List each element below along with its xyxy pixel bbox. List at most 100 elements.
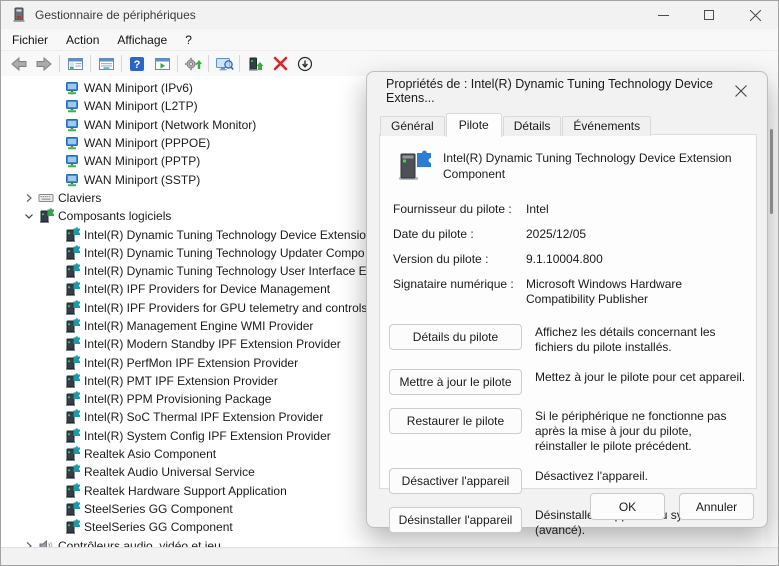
tree-item-label: WAN Miniport (Network Monitor) [84, 118, 256, 132]
menu-action[interactable]: Action [57, 31, 108, 49]
title-bar: Gestionnaire de périphériques [1, 1, 778, 29]
disable-device-icon[interactable] [294, 53, 316, 74]
ok-button[interactable]: OK [590, 493, 665, 520]
tree-item-label: WAN Miniport (IPv6) [84, 81, 193, 95]
tree-scrollbar-thumb[interactable] [770, 129, 773, 214]
action-pane-icon[interactable] [151, 53, 173, 74]
tree-item-label: Claviers [58, 191, 101, 205]
scan-hardware-icon[interactable] [213, 53, 235, 74]
dialog-title: Propriétés de : Intel(R) Dynamic Tuning … [386, 77, 728, 105]
driver-up-icon[interactable] [244, 53, 266, 74]
window-title: Gestionnaire de périphériques [35, 8, 196, 22]
software-icon [63, 464, 80, 480]
field-value: Intel [526, 202, 748, 217]
software-icon [63, 263, 80, 279]
menu-bar: FichierActionAffichage? [1, 29, 778, 51]
driver-fields: Fournisseur du pilote :IntelDate du pilo… [380, 192, 756, 307]
software-icon [63, 391, 80, 407]
tab-evenements[interactable]: Événements [562, 116, 651, 136]
properties-icon[interactable] [95, 53, 117, 74]
tree-item-label: SteelSeries GG Component [84, 520, 233, 534]
software-icon [63, 519, 80, 535]
desinstaller-l-appareil-button[interactable]: Désinstaller l'appareil [389, 507, 522, 533]
chevron-down-icon[interactable] [21, 208, 37, 224]
action-description: Mettez à jour le pilote pour cet apparei… [535, 369, 750, 385]
field-label: Signataire numérique : [393, 277, 526, 307]
action-description: Désactivez l'appareil. [535, 468, 750, 484]
desactiver-l-appareil-button[interactable]: Désactiver l'appareil [389, 468, 522, 494]
dialog-close-icon[interactable] [728, 78, 755, 104]
svg-text:?: ? [134, 59, 141, 71]
device-icon [393, 148, 431, 186]
tab-details[interactable]: Détails [503, 116, 562, 136]
help-icon[interactable]: ? [126, 53, 148, 74]
menu-fichier[interactable]: Fichier [3, 31, 57, 49]
driver-field-row: Fournisseur du pilote :Intel [393, 202, 748, 217]
dialog-tabs: GénéralPiloteDétailsÉvénements [380, 113, 652, 135]
driver-tab-panel: Intel(R) Dynamic Tuning Technology Devic… [379, 134, 757, 489]
tab-general[interactable]: Général [380, 116, 445, 136]
menu-?[interactable]: ? [176, 31, 201, 49]
field-value: 2025/12/05 [526, 227, 748, 242]
device-manager-icon [11, 7, 27, 23]
software-icon [63, 483, 80, 499]
software-icon [63, 245, 80, 261]
maximize-button[interactable] [686, 1, 732, 29]
software-icon [63, 428, 80, 444]
tree-item-label: SteelSeries GG Component [84, 502, 233, 516]
software-icon [63, 318, 80, 334]
software-icon [63, 373, 80, 389]
tree-item-label: WAN Miniport (L2TP) [84, 99, 198, 113]
driver-action-row: Désactiver l'appareil Désactivez l'appare… [389, 468, 750, 494]
tree-item-label: Intel(R) Modern Standby IPF Extension Pr… [84, 337, 341, 351]
tab-pilote[interactable]: Pilote [446, 113, 502, 137]
details-du-pilote-button[interactable]: Détails du pilote [389, 324, 522, 350]
software-cat-icon [37, 208, 54, 224]
tree-item-label: Realtek Asio Component [84, 447, 216, 461]
close-button[interactable] [732, 1, 778, 29]
network-icon [63, 172, 80, 188]
keyboard-icon [37, 190, 54, 206]
tree-item-label: WAN Miniport (SSTP) [84, 173, 200, 187]
driver-action-row: Restaurer le pilote Si le périphérique ne… [389, 408, 750, 455]
dialog-title-bar: Propriétés de : Intel(R) Dynamic Tuning … [367, 72, 767, 110]
driver-field-row: Version du pilote :9.1.10004.800 [393, 252, 748, 267]
software-icon [63, 227, 80, 243]
tree-item-label: Intel(R) SoC Thermal IPF Extension Provi… [84, 410, 323, 424]
network-icon [63, 80, 80, 96]
window-bottom-strip [1, 547, 778, 565]
tree-item-label: Intel(R) PPM Provisioning Package [84, 392, 271, 406]
cancel-button[interactable]: Annuler [679, 493, 754, 520]
action-description: Si le périphérique ne fonctionne pas apr… [535, 408, 750, 455]
tree-item-label: Intel(R) System Config IPF Extension Pro… [84, 429, 331, 443]
network-icon [63, 153, 80, 169]
menu-affichage[interactable]: Affichage [108, 31, 176, 49]
update-driver-icon[interactable] [182, 53, 204, 74]
tree-item-label: Intel(R) Dynamic Tuning Technology Updat… [84, 246, 365, 260]
restaurer-le-pilote-button[interactable]: Restaurer le pilote [389, 408, 522, 434]
network-icon [63, 135, 80, 151]
field-value: 9.1.10004.800 [526, 252, 748, 267]
minimize-button[interactable] [640, 1, 686, 29]
uninstall-device-icon[interactable] [269, 53, 291, 74]
driver-field-row: Date du pilote :2025/12/05 [393, 227, 748, 242]
software-icon [63, 409, 80, 425]
back-icon[interactable] [8, 53, 30, 74]
field-label: Version du pilote : [393, 252, 526, 267]
console-tree-icon[interactable] [64, 53, 86, 74]
tree-item-label: Composants logiciels [58, 209, 171, 223]
field-label: Date du pilote : [393, 227, 526, 242]
chevron-right-icon[interactable] [21, 190, 37, 206]
mettre-a-jour-le-pilote-button[interactable]: Mettre à jour le pilote [389, 369, 522, 395]
tree-item-label: Intel(R) PMT IPF Extension Provider [84, 374, 278, 388]
device-manager-window: Gestionnaire de périphériques FichierAct… [0, 0, 779, 566]
field-label: Fournisseur du pilote : [393, 202, 526, 217]
tree-item-label: Intel(R) Dynamic Tuning Technology User … [84, 264, 373, 278]
forward-icon[interactable] [33, 53, 55, 74]
network-icon [63, 98, 80, 114]
software-icon [63, 446, 80, 462]
device-properties-dialog: Propriétés de : Intel(R) Dynamic Tuning … [366, 71, 768, 528]
software-icon [63, 336, 80, 352]
tree-item-label: Intel(R) Management Engine WMI Provider [84, 319, 313, 333]
software-icon [63, 281, 80, 297]
